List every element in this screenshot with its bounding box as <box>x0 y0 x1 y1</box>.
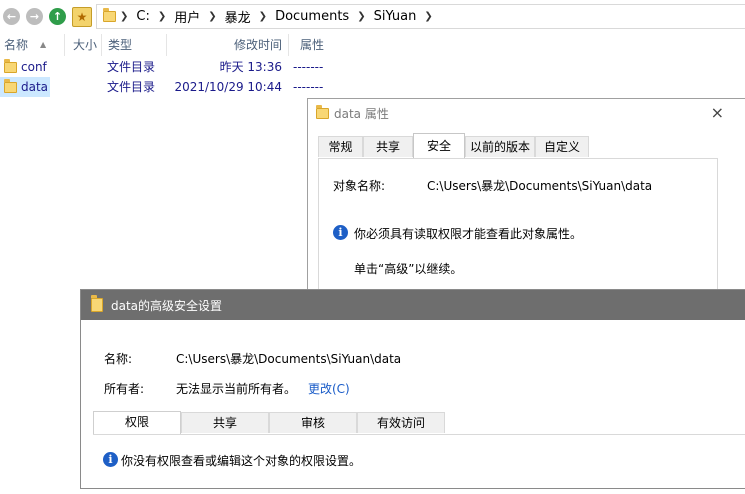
folder-icon <box>91 295 103 312</box>
info-icon: i <box>333 225 348 240</box>
chevron-right-icon[interactable]: ❯ <box>424 11 432 22</box>
column-header-attributes[interactable]: 属性 <box>300 34 324 56</box>
address-bar[interactable]: ❯ C: ❯ 用户 ❯ 暴龙 ❯ Documents ❯ SiYuan ❯ <box>96 4 745 29</box>
tab-previous-versions[interactable]: 以前的版本 <box>465 136 535 157</box>
favorites-star-icon[interactable]: ★ <box>72 7 92 27</box>
file-type: 文件目录 <box>107 80 156 94</box>
properties-dialog: data 属性 × 常规 共享 安全 以前的版本 自定义 对象名称: C:\Us… <box>307 98 745 298</box>
column-divider[interactable] <box>166 34 167 56</box>
file-modified: 2021/10/29 10:44 <box>174 80 282 94</box>
advanced-security-dialog: data的高级安全设置 名称: C:\Users\暴龙\Documents\Si… <box>80 289 745 489</box>
close-icon[interactable]: × <box>711 103 724 122</box>
breadcrumb-users[interactable]: 用户 <box>174 7 200 26</box>
advanced-title-bar[interactable]: data的高级安全设置 <box>81 290 745 320</box>
chevron-right-icon[interactable]: ❯ <box>259 11 267 22</box>
column-header-name[interactable]: 名称 <box>4 34 28 56</box>
column-divider[interactable] <box>288 34 289 56</box>
advanced-hint: 单击“高级”以继续。 <box>354 262 463 276</box>
breadcrumb-documents[interactable]: Documents <box>275 9 349 24</box>
file-row-data[interactable]: data 文件目录 2021/10/29 10:44 ------- <box>0 77 330 97</box>
security-tab-panel: 对象名称: C:\Users\暴龙\Documents\SiYuan\data … <box>318 158 718 298</box>
properties-title-bar[interactable]: data 属性 × <box>308 99 745 127</box>
file-name[interactable]: data <box>21 77 48 97</box>
tab-share[interactable]: 共享 <box>181 412 269 433</box>
explorer-navbar: ← → ↑ ★ ❯ C: ❯ 用户 ❯ 暴龙 ❯ Documents ❯ SiY… <box>0 0 745 33</box>
folder-icon <box>103 8 116 22</box>
object-name-value: C:\Users\暴龙\Documents\SiYuan\data <box>427 179 653 193</box>
breadcrumb-siyuan[interactable]: SiYuan <box>374 9 417 24</box>
permissions-info-message: 你没有权限查看或编辑这个对象的权限设置。 <box>121 454 362 468</box>
tab-security[interactable]: 安全 <box>413 133 465 158</box>
name-value: C:\Users\暴龙\Documents\SiYuan\data <box>176 352 402 366</box>
chevron-right-icon[interactable]: ❯ <box>120 11 128 22</box>
tab-permissions[interactable]: 权限 <box>93 411 181 434</box>
owner-value: 无法显示当前所有者。 <box>176 382 297 396</box>
file-attributes: ------- <box>293 80 324 94</box>
owner-label: 所有者: <box>104 382 145 396</box>
tab-general[interactable]: 常规 <box>318 136 363 157</box>
back-arrow-icon[interactable]: ← <box>3 8 20 25</box>
object-name-label: 对象名称: <box>333 179 386 193</box>
column-header-size[interactable]: 大小 <box>73 34 97 56</box>
chevron-right-icon[interactable]: ❯ <box>357 11 365 22</box>
properties-title: data 属性 <box>334 107 389 121</box>
chevron-right-icon[interactable]: ❯ <box>158 11 166 22</box>
folder-icon <box>4 59 17 73</box>
info-message: 你必须具有读取权限才能查看此对象属性。 <box>354 227 583 241</box>
tab-customize[interactable]: 自定义 <box>535 136 589 157</box>
column-header-modified[interactable]: 修改时间 <box>234 34 282 56</box>
file-type: 文件目录 <box>107 60 156 74</box>
breadcrumb-user[interactable]: 暴龙 <box>225 7 251 26</box>
tab-effective-access[interactable]: 有效访问 <box>357 412 445 433</box>
column-divider[interactable] <box>101 34 102 56</box>
sort-ascending-icon: ▲ <box>40 40 47 49</box>
up-arrow-icon[interactable]: ↑ <box>49 8 66 25</box>
folder-icon <box>316 105 329 119</box>
forward-arrow-icon[interactable]: → <box>26 8 43 25</box>
file-row-conf[interactable]: conf 文件目录 昨天 13:36 ------- <box>0 57 330 77</box>
file-modified: 昨天 13:36 <box>219 60 282 74</box>
chevron-right-icon[interactable]: ❯ <box>208 11 216 22</box>
tab-sharing[interactable]: 共享 <box>363 136 413 157</box>
tab-auditing[interactable]: 审核 <box>269 412 357 433</box>
folder-icon <box>4 79 17 93</box>
file-attributes: ------- <box>293 60 324 74</box>
breadcrumb-c-drive[interactable]: C: <box>136 9 149 24</box>
file-name[interactable]: conf <box>21 57 47 77</box>
info-icon: i <box>103 452 118 467</box>
column-divider[interactable] <box>64 34 65 56</box>
advanced-title: data的高级安全设置 <box>111 299 223 313</box>
name-label: 名称: <box>104 352 133 366</box>
permissions-tab-panel: i 你没有权限查看或编辑这个对象的权限设置。 <box>93 434 745 494</box>
change-owner-link[interactable]: 更改(C) <box>308 380 350 397</box>
column-header-type[interactable]: 类型 <box>108 34 132 56</box>
